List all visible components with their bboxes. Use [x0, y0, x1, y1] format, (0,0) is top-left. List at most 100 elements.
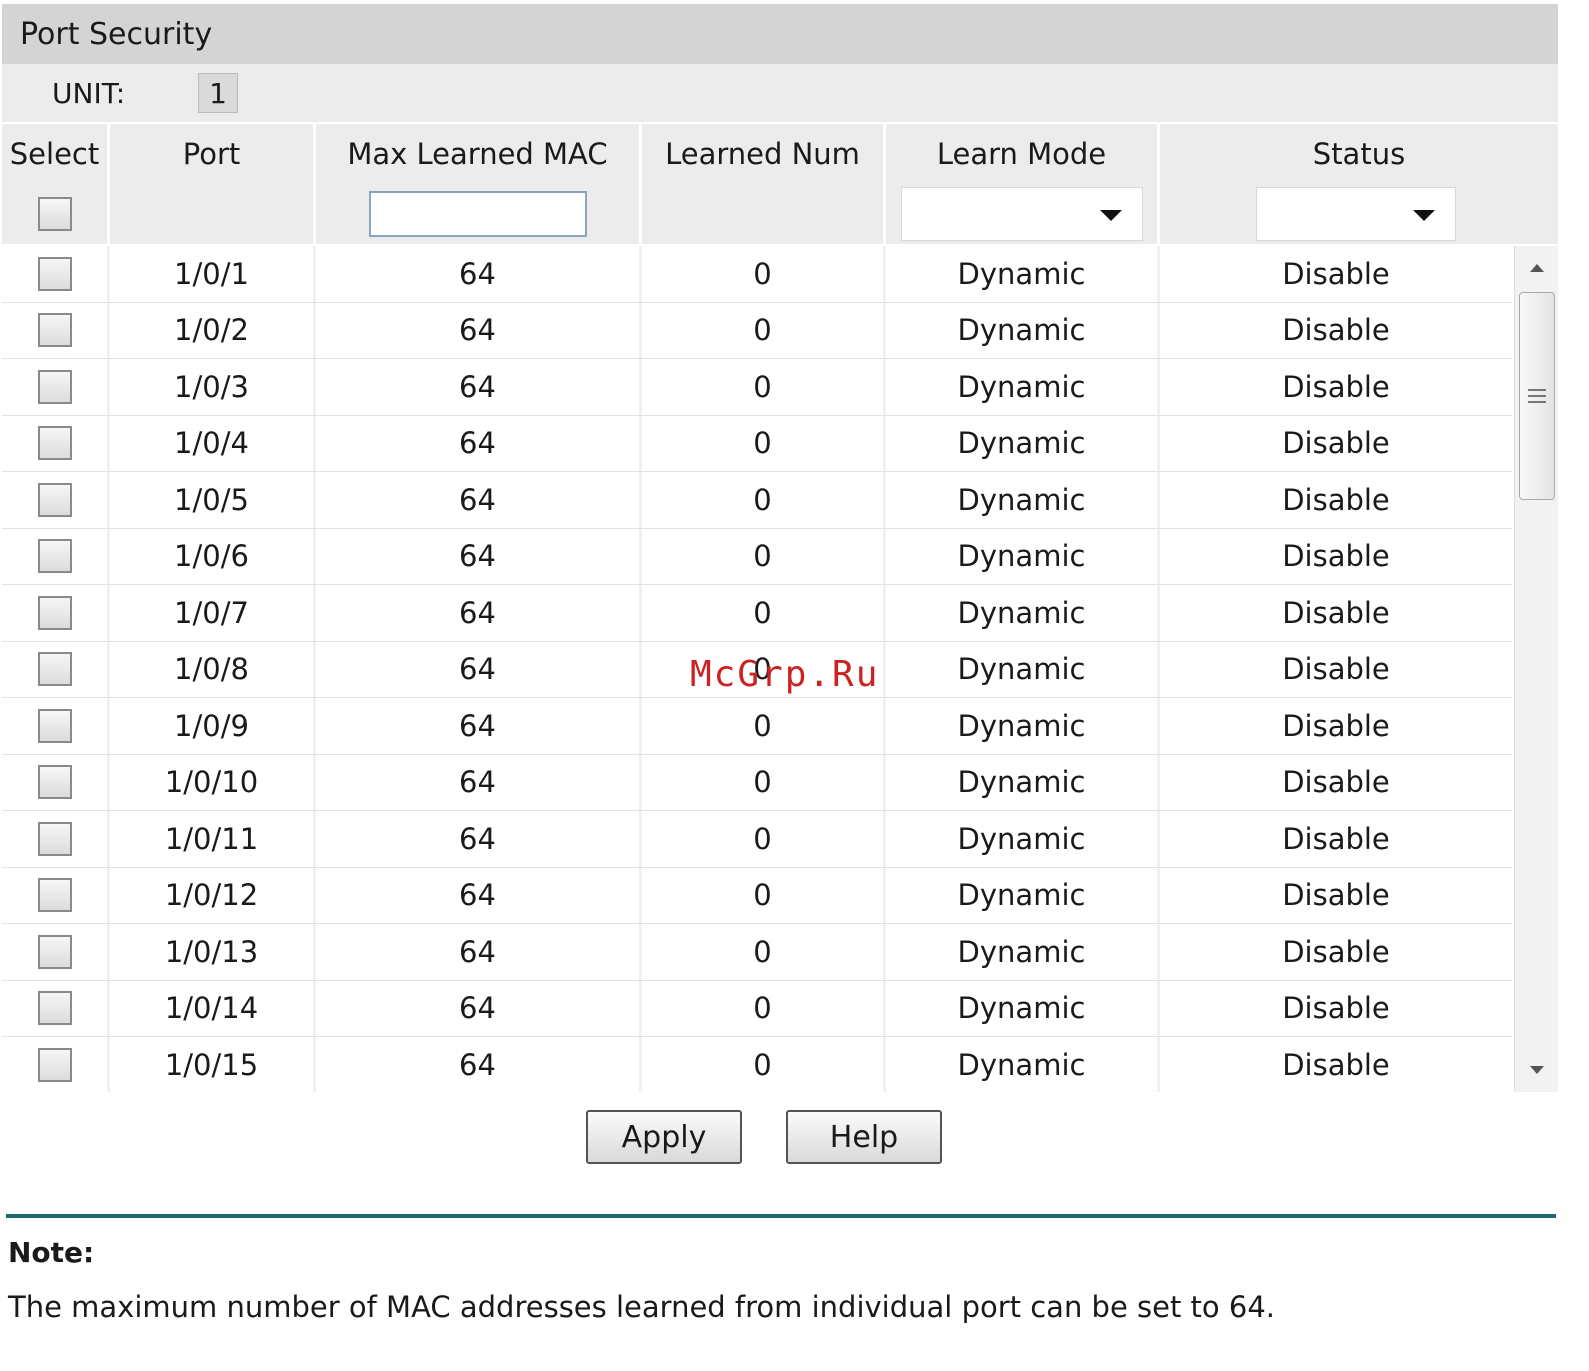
- row-max-learned: 64: [316, 1037, 642, 1092]
- row-max-learned: 64: [316, 246, 642, 302]
- row-max-learned: 64: [316, 754, 642, 810]
- row-learn-mode: Dynamic: [886, 302, 1160, 358]
- row-learn-mode: Dynamic: [886, 472, 1160, 528]
- row-port: 1/0/5: [110, 472, 316, 528]
- row-status: Disable: [1282, 878, 1390, 913]
- table-row: 1/0/12 64 0 Dynamic Disable: [2, 867, 1512, 924]
- row-learn-mode: Dynamic: [886, 698, 1160, 754]
- row-port: 1/0/10: [110, 754, 316, 810]
- row-select-cell: [2, 924, 110, 980]
- row-status: Disable: [1282, 991, 1390, 1026]
- action-buttons: Apply Help: [586, 1110, 942, 1164]
- table-row: 1/0/15 64 0 Dynamic Disable: [2, 1037, 1512, 1092]
- scrollbar-thumb[interactable]: [1519, 292, 1555, 500]
- table-row: 1/0/13 64 0 Dynamic Disable: [2, 924, 1512, 981]
- row-learned-num: 0: [642, 811, 886, 867]
- row-select-cell: [2, 1037, 110, 1092]
- row-port: 1/0/1: [110, 246, 316, 302]
- chevron-down-icon: [1099, 210, 1122, 221]
- row-port: 1/0/12: [110, 867, 316, 923]
- row-select-cell: [2, 472, 110, 528]
- row-status: Disable: [1282, 652, 1390, 687]
- chevron-down-icon: [1413, 210, 1435, 221]
- row-checkbox[interactable]: [37, 256, 72, 291]
- table-row: 1/0/3 64 0 Dynamic Disable: [2, 359, 1512, 416]
- scroll-down-arrow-icon[interactable]: [1530, 1066, 1544, 1074]
- row-learn-mode: Dynamic: [886, 246, 1160, 302]
- row-status: Disable: [1282, 595, 1390, 630]
- row-learned-num: 0: [642, 472, 886, 528]
- row-learn-mode: Dynamic: [886, 811, 1160, 867]
- batch-status-cell: [1160, 184, 1558, 244]
- row-select-cell: [2, 415, 110, 471]
- row-learn-mode: Dynamic: [886, 980, 1160, 1036]
- row-learn-mode: Dynamic: [886, 867, 1160, 923]
- row-port: 1/0/4: [110, 415, 316, 471]
- row-status: Disable: [1282, 369, 1390, 404]
- row-checkbox[interactable]: [37, 878, 72, 913]
- help-button[interactable]: Help: [786, 1110, 942, 1164]
- table-row: 1/0/2 64 0 Dynamic Disable: [2, 302, 1512, 359]
- watermark: McGrp.Ru: [690, 654, 880, 695]
- row-checkbox[interactable]: [37, 821, 72, 856]
- table-row: 1/0/9 64 0 Dynamic Disable: [2, 698, 1512, 755]
- row-learned-num: 0: [642, 528, 886, 584]
- row-status: Disable: [1282, 765, 1390, 800]
- row-learn-mode: Dynamic: [886, 359, 1160, 415]
- col-learned-num-header: Learned Num: [642, 124, 886, 184]
- row-port: 1/0/2: [110, 302, 316, 358]
- table-row: 1/0/6 64 0 Dynamic Disable: [2, 528, 1512, 585]
- row-checkbox[interactable]: [37, 765, 72, 800]
- status-select[interactable]: [1256, 187, 1456, 241]
- batch-num-cell: [642, 184, 886, 244]
- row-learned-num: 0: [642, 585, 886, 641]
- row-port: 1/0/7: [110, 585, 316, 641]
- row-learned-num: 0: [642, 1037, 886, 1092]
- max-learned-mac-input[interactable]: [368, 191, 587, 237]
- batch-max-cell: [316, 184, 642, 244]
- row-checkbox[interactable]: [37, 369, 72, 404]
- row-status: Disable: [1282, 821, 1390, 856]
- row-select-cell: [2, 980, 110, 1036]
- batch-mode-cell: [886, 184, 1160, 244]
- row-learn-mode: Dynamic: [886, 754, 1160, 810]
- row-port: 1/0/11: [110, 811, 316, 867]
- row-checkbox[interactable]: [37, 991, 72, 1026]
- select-all-checkbox[interactable]: [37, 197, 72, 231]
- unit-1-button[interactable]: 1: [198, 73, 238, 113]
- learn-mode-select[interactable]: [900, 187, 1143, 241]
- apply-button[interactable]: Apply: [586, 1110, 742, 1164]
- row-checkbox[interactable]: [37, 313, 72, 348]
- col-max-learned-header: Max Learned MAC: [316, 124, 642, 184]
- table-row: 1/0/14 64 0 Dynamic Disable: [2, 980, 1512, 1037]
- vertical-scrollbar[interactable]: [1514, 246, 1558, 1092]
- row-max-learned: 64: [316, 472, 642, 528]
- row-select-cell: [2, 754, 110, 810]
- row-select-cell: [2, 867, 110, 923]
- scroll-up-arrow-icon[interactable]: [1530, 264, 1544, 272]
- row-checkbox[interactable]: [37, 708, 72, 743]
- row-learned-num: 0: [642, 359, 886, 415]
- grip-icon: [1528, 389, 1546, 407]
- row-port: 1/0/9: [110, 698, 316, 754]
- row-max-learned: 64: [316, 359, 642, 415]
- row-checkbox[interactable]: [37, 482, 72, 517]
- row-checkbox[interactable]: [37, 1047, 72, 1082]
- row-checkbox[interactable]: [37, 539, 72, 574]
- row-max-learned: 64: [316, 302, 642, 358]
- port-security-panel: Port Security UNIT: 1 Select Port Max Le…: [2, 4, 1558, 1092]
- row-select-cell: [2, 698, 110, 754]
- unit-label: UNIT:: [52, 76, 126, 110]
- row-select-cell: [2, 528, 110, 584]
- row-port: 1/0/8: [110, 641, 316, 697]
- row-status: Disable: [1282, 313, 1390, 348]
- row-checkbox[interactable]: [37, 934, 72, 969]
- row-checkbox[interactable]: [37, 652, 72, 687]
- row-select-cell: [2, 585, 110, 641]
- row-checkbox[interactable]: [37, 426, 72, 461]
- row-port: 1/0/13: [110, 924, 316, 980]
- divider: [6, 1214, 1556, 1218]
- row-checkbox[interactable]: [37, 595, 72, 630]
- table-row: 1/0/1 64 0 Dynamic Disable: [2, 246, 1512, 303]
- row-max-learned: 64: [316, 698, 642, 754]
